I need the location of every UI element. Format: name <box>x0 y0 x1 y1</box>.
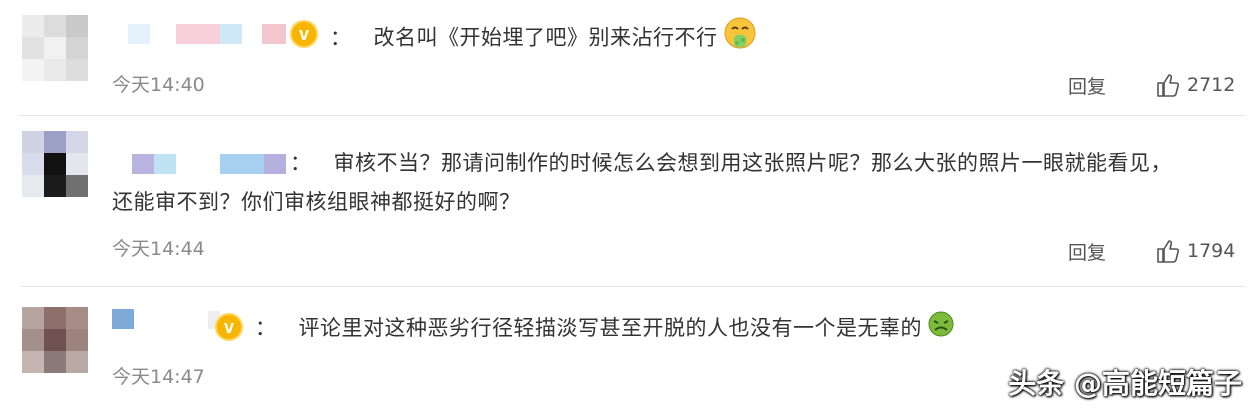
avatar[interactable] <box>22 15 88 81</box>
verified-badge-icon: v <box>290 20 318 48</box>
like-count: 1794 <box>1187 240 1236 262</box>
avatar[interactable] <box>22 131 88 197</box>
like-button[interactable]: 1794 <box>1155 238 1245 266</box>
comment-time: 今天14:40 <box>112 74 205 96</box>
comment-time: 今天14:47 <box>112 366 205 388</box>
nauseated-emoji-icon <box>928 311 954 348</box>
comment-time: 今天14:44 <box>112 238 205 260</box>
comment-text: ：审核不当？那请问制作的时候怎么会想到用这张照片呢？那么大张的照片一眼就能看见， <box>290 151 1172 175</box>
vomit-emoji-icon <box>724 17 756 60</box>
avatar[interactable] <box>22 307 88 373</box>
comment-text-line2: 还能审不到？你们审核组眼神都挺好的啊？ <box>112 190 521 214</box>
reply-button[interactable]: 回复 <box>1068 72 1106 99</box>
comment-item: v ：改名叫《开始埋了吧》别来沾行不行 今天14:40 回复 2712 <box>0 0 1260 115</box>
comment-text: ：评论里对这种恶劣行径轻描淡写甚至开脱的人也没有一个是无辜的 <box>255 310 954 348</box>
username-redacted[interactable] <box>132 154 286 176</box>
username-redacted[interactable] <box>112 309 222 331</box>
like-button[interactable]: 2712 <box>1155 72 1245 100</box>
comment-item: ：审核不当？那请问制作的时候怎么会想到用这张照片呢？那么大张的照片一眼就能看见，… <box>0 116 1260 286</box>
thumbs-up-icon <box>1157 74 1180 97</box>
like-count: 2712 <box>1187 74 1236 96</box>
username-redacted[interactable] <box>128 24 293 46</box>
comment-text: ：改名叫《开始埋了吧》别来沾行不行 <box>330 17 756 60</box>
watermark: 头条 @高能短篇子 <box>1008 367 1242 400</box>
verified-badge-icon: v <box>215 313 243 341</box>
reply-button[interactable]: 回复 <box>1068 238 1106 265</box>
thumbs-up-icon <box>1157 240 1180 263</box>
